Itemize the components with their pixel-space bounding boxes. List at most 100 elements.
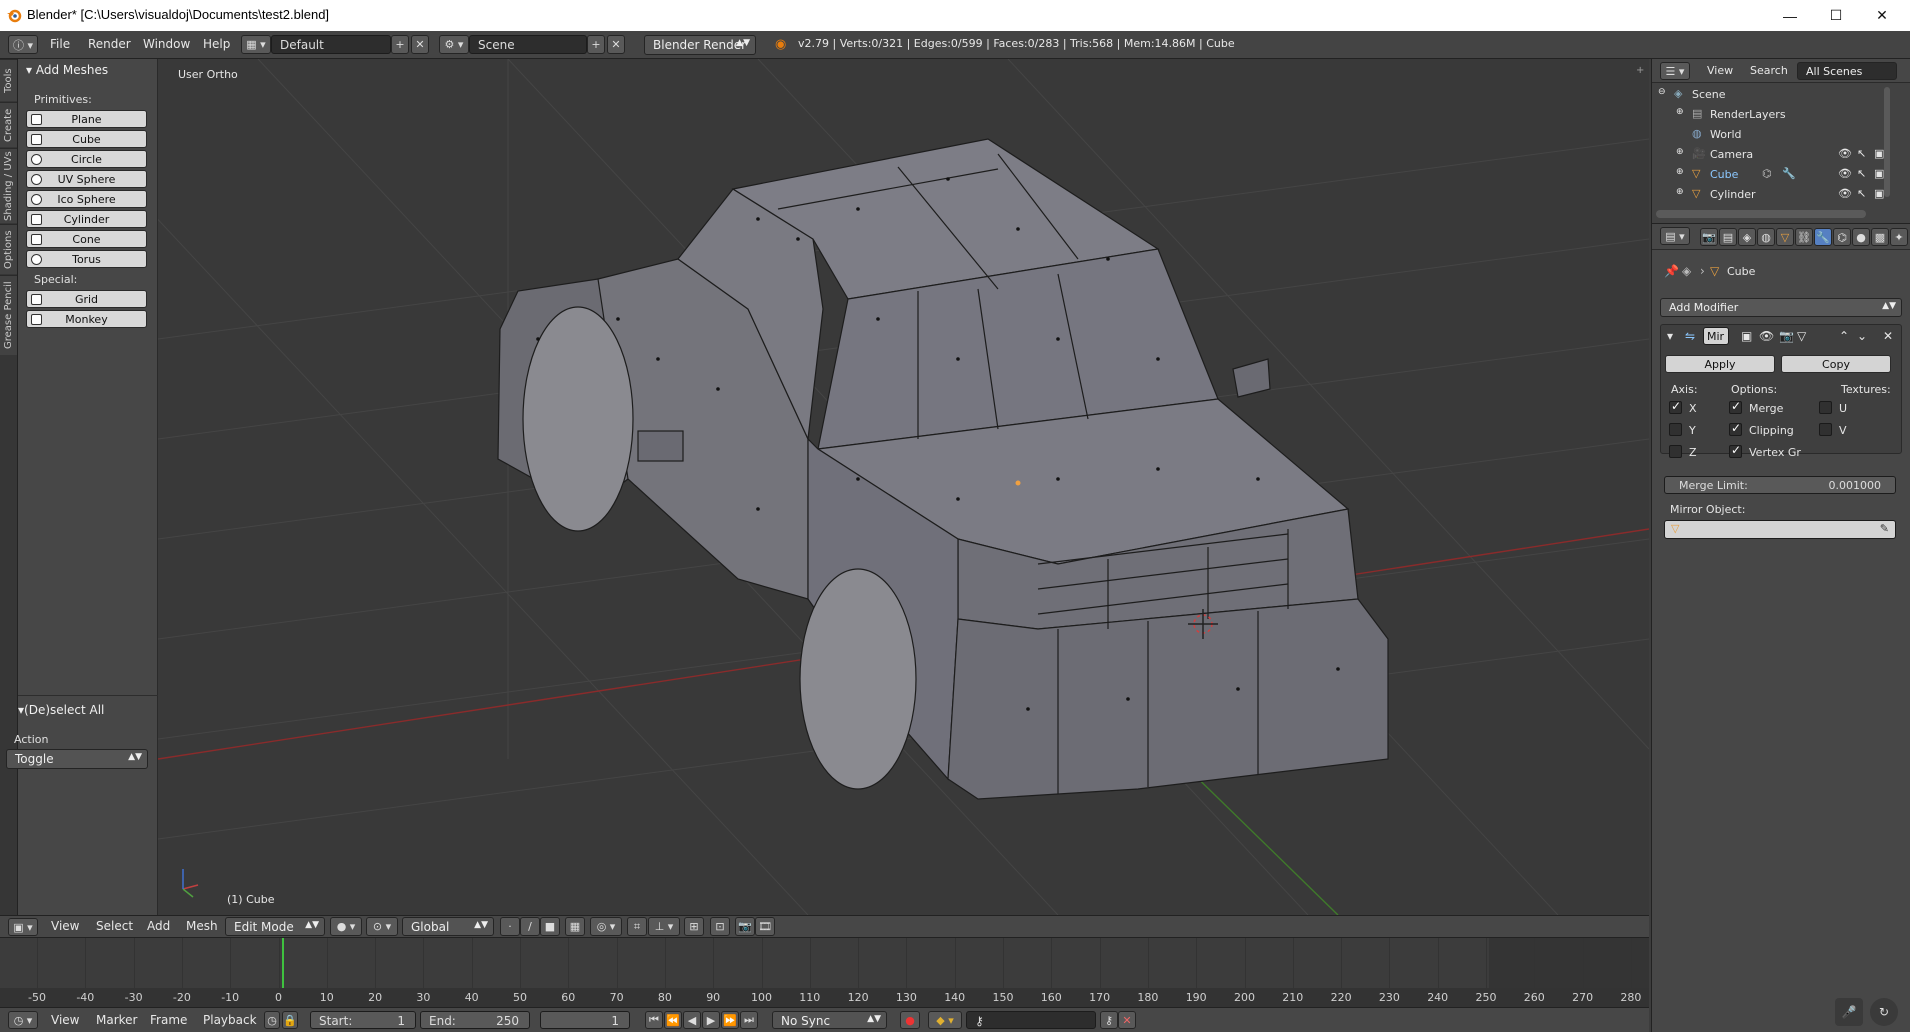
axis-x-checkbox[interactable] <box>1669 399 1682 414</box>
tab-grease-pencil[interactable]: Grease Pencil <box>0 275 17 355</box>
start-frame-field[interactable]: Start: 1 <box>310 1011 416 1029</box>
add-cube-button[interactable]: Cube <box>26 130 147 148</box>
clipping-checkbox[interactable] <box>1729 421 1742 436</box>
editor-type-timeline-icon[interactable]: ◷ ▾ <box>8 1011 38 1029</box>
outliner-vertical-scrollbar[interactable] <box>1884 87 1890 197</box>
render-preview-icon[interactable]: 📷 <box>735 917 755 936</box>
jump-start-icon[interactable]: ⏮ <box>645 1011 663 1029</box>
record-icon[interactable]: ● <box>900 1011 920 1029</box>
keying-set-icon[interactable]: ◆ ▾ <box>928 1011 962 1029</box>
move-down-icon[interactable]: ⌄ <box>1857 329 1867 343</box>
add-cone-button[interactable]: Cone <box>26 230 147 248</box>
collapse-arrow-icon[interactable]: ▾ <box>1667 329 1673 343</box>
jump-end-icon[interactable]: ⏭ <box>740 1011 758 1029</box>
add-modifier-dropdown[interactable]: Add Modifier ▲▼ <box>1660 298 1902 317</box>
show-viewport-icon[interactable]: 👁 <box>1759 329 1774 343</box>
constraints-tab-icon[interactable]: ⛓ <box>1795 228 1813 246</box>
current-frame-field[interactable]: 1 <box>540 1011 630 1029</box>
mirror-object-field[interactable]: ▽ ✎ <box>1664 520 1896 539</box>
remove-scene-icon[interactable]: ✕ <box>607 35 625 54</box>
outliner-horizontal-scrollbar[interactable] <box>1656 210 1866 218</box>
screen-layout-icon[interactable]: ▦ ▾ <box>241 35 271 54</box>
menu-add[interactable]: Add <box>147 919 170 933</box>
select-arrow-icon[interactable]: ↖ <box>1857 167 1866 180</box>
menu-render[interactable]: Render <box>88 37 131 51</box>
menu-mesh[interactable]: Mesh <box>186 919 218 933</box>
visibility-eye-icon[interactable]: 👁 <box>1838 187 1852 200</box>
insert-keyframe-icon[interactable]: ⚷ <box>1100 1011 1118 1029</box>
menu-playback[interactable]: Playback <box>203 1013 257 1027</box>
texture-v-checkbox[interactable] <box>1819 423 1832 436</box>
add-meshes-panel-header[interactable]: ▾ Add Meshes <box>18 59 158 81</box>
copy-button[interactable]: Copy <box>1781 355 1891 373</box>
refresh-icon[interactable]: ↻ <box>1870 998 1898 1026</box>
add-circle-button[interactable]: Circle <box>26 150 147 168</box>
maximize-button[interactable]: ☐ <box>1813 0 1859 31</box>
material-tab-icon[interactable]: ● <box>1852 228 1870 246</box>
render-camera-icon[interactable]: ▣ <box>1874 187 1884 200</box>
scene-field[interactable]: Scene <box>469 35 587 54</box>
add-uv-sphere-button[interactable]: UV Sphere <box>26 170 147 188</box>
action-dropdown[interactable]: Toggle ▲▼ <box>6 749 148 769</box>
axis-y-checkbox[interactable] <box>1669 423 1682 436</box>
mode-dropdown[interactable]: Edit Mode ▲▼ <box>225 917 325 936</box>
lock-icon[interactable]: 🔒 <box>282 1011 298 1029</box>
scene-tab-icon[interactable]: ◈ <box>1738 228 1756 246</box>
snap-target-icon[interactable]: ⊞ <box>684 917 704 936</box>
play-reverse-icon[interactable]: ◀ <box>683 1011 701 1029</box>
vertex-select-icon[interactable]: · <box>500 917 520 936</box>
proportional-edit-icon[interactable]: ◎ ▾ <box>590 917 622 936</box>
outliner-item-camera[interactable]: ⊕ 🎥 Camera 👁 ↖ ▣ <box>1652 145 1892 165</box>
screen-layout-field[interactable]: Default <box>271 35 391 54</box>
tab-options[interactable]: Options <box>0 224 17 274</box>
show-render-icon[interactable]: 📷 <box>1779 329 1794 343</box>
add-layout-icon[interactable]: + <box>391 35 409 54</box>
pin-icon[interactable]: 📌 <box>1664 264 1679 278</box>
render-animation-icon[interactable]: 🎞 <box>755 917 775 936</box>
modifiers-tab-icon[interactable]: 🔧 <box>1814 228 1832 246</box>
move-up-icon[interactable]: ⌃ <box>1839 329 1849 343</box>
display-mode-dropdown[interactable]: All Scenes <box>1797 62 1897 80</box>
render-tab-icon[interactable]: 📷 <box>1700 228 1718 246</box>
particles-tab-icon[interactable]: ✦ <box>1890 228 1908 246</box>
visibility-eye-icon[interactable]: 👁 <box>1838 167 1852 180</box>
menu-marker[interactable]: Marker <box>96 1013 137 1027</box>
current-frame-cursor[interactable] <box>282 938 284 988</box>
add-cylinder-button[interactable]: Cylinder <box>26 210 147 228</box>
snap-toggle-icon[interactable]: ⌗ <box>627 917 647 936</box>
vertex-groups-checkbox[interactable] <box>1729 443 1742 458</box>
tab-create[interactable]: Create <box>0 102 17 147</box>
microphone-icon[interactable]: 🎤 <box>1835 998 1863 1026</box>
add-monkey-button[interactable]: Monkey <box>26 310 147 328</box>
menu-view[interactable]: View <box>51 1013 79 1027</box>
render-engine-dropdown[interactable]: Blender Render ▲▼ <box>644 35 756 55</box>
merge-limit-field[interactable]: Merge Limit: 0.001000 <box>1664 476 1896 494</box>
outliner-item-renderlayers[interactable]: ⊕ ▤ RenderLayers <box>1652 105 1892 125</box>
menu-view[interactable]: View <box>1707 64 1733 77</box>
next-keyframe-icon[interactable]: ⏩ <box>721 1011 739 1029</box>
corner-plus-icon[interactable]: + <box>1636 65 1644 76</box>
prev-keyframe-icon[interactable]: ⏪ <box>664 1011 682 1029</box>
delete-keyframe-icon[interactable]: ✕ <box>1118 1011 1136 1029</box>
preview-range-icon[interactable]: ◷ <box>264 1011 280 1029</box>
snap-element-icon[interactable]: ⊥ ▾ <box>648 917 680 936</box>
menu-select[interactable]: Select <box>96 919 133 933</box>
render-camera-icon[interactable]: ▣ <box>1874 167 1884 180</box>
add-ico-sphere-button[interactable]: Ico Sphere <box>26 190 147 208</box>
menu-view[interactable]: View <box>51 919 79 933</box>
render-camera-icon[interactable]: ▣ <box>1874 147 1884 160</box>
texture-u-checkbox[interactable] <box>1819 401 1832 414</box>
editor-type-3d-icon[interactable]: ▣ ▾ <box>8 918 38 936</box>
keying-set-field[interactable]: ⚷ <box>966 1011 1096 1029</box>
add-plane-button[interactable]: Plane <box>26 110 147 128</box>
add-torus-button[interactable]: Torus <box>26 250 147 268</box>
menu-help[interactable]: Help <box>203 37 230 51</box>
outliner-item-world[interactable]: ◍ World <box>1652 125 1892 145</box>
select-arrow-icon[interactable]: ↖ <box>1857 187 1866 200</box>
scene-icon[interactable]: ⚙ ▾ <box>439 35 469 54</box>
transform-orientation-dropdown[interactable]: Global ▲▼ <box>402 917 494 936</box>
merge-checkbox[interactable] <box>1729 399 1742 414</box>
3d-viewport[interactable]: User Ortho (1) Cube + <box>158 59 1649 915</box>
add-scene-icon[interactable]: + <box>587 35 605 54</box>
modifier-name-field[interactable]: Mir <box>1703 327 1729 345</box>
